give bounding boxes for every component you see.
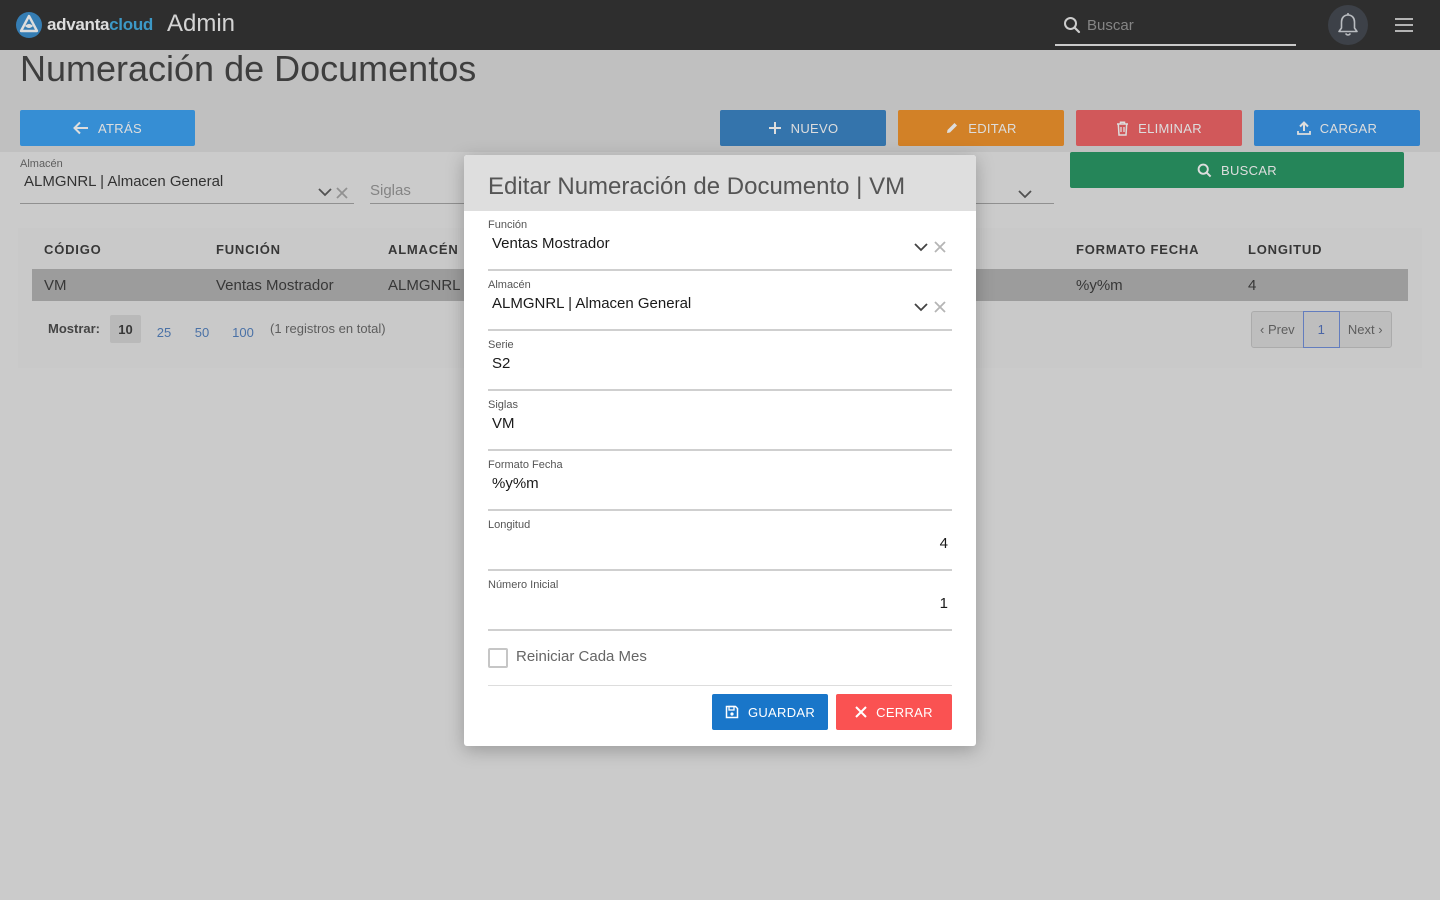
siglas-value: VM [492, 415, 515, 432]
funcion-value: Ventas Mostrador [492, 235, 610, 252]
numero-inicial-field[interactable]: Número Inicial 1 [488, 579, 952, 631]
formato-fecha-field[interactable]: Formato Fecha %y%m [488, 459, 952, 511]
longitud-field[interactable]: Longitud 4 [488, 519, 952, 571]
almacen-select[interactable]: Almacén ALMGNRL | Almacen General [488, 279, 952, 331]
modal-footer-divider [488, 685, 952, 686]
edit-modal: Editar Numeración de Documento | VM Func… [464, 155, 976, 746]
longitud-label: Longitud [488, 519, 531, 531]
serie-field[interactable]: Serie S2 [488, 339, 952, 391]
clear-icon[interactable] [934, 241, 946, 253]
funcion-label: Función [488, 219, 528, 231]
chevron-down-icon[interactable] [914, 302, 928, 312]
almacen-value: ALMGNRL | Almacen General [492, 295, 692, 312]
formato-fecha-value: %y%m [492, 475, 539, 492]
siglas-field[interactable]: Siglas VM [488, 399, 952, 451]
reset-monthly-label[interactable]: Reiniciar Cada Mes [516, 648, 647, 665]
numero-inicial-label: Número Inicial [488, 579, 559, 591]
close-button-label: CERRAR [876, 704, 933, 720]
serie-value: S2 [492, 355, 511, 372]
save-button[interactable]: GUARDAR [712, 694, 828, 730]
close-button[interactable]: CERRAR [836, 694, 952, 730]
save-button-label: GUARDAR [747, 704, 816, 720]
modal-title: Editar Numeración de Documento | VM [488, 173, 906, 200]
chevron-down-icon[interactable] [914, 242, 928, 252]
siglas-label: Siglas [488, 399, 518, 411]
formato-fecha-label: Formato Fecha [488, 459, 563, 471]
close-icon [855, 706, 867, 718]
serie-label: Serie [488, 339, 514, 351]
floppy-disk-icon [725, 705, 739, 719]
numero-inicial-value: 1 [939, 595, 948, 612]
longitud-value: 4 [939, 535, 948, 552]
funcion-select[interactable]: Función Ventas Mostrador [488, 219, 952, 271]
clear-icon[interactable] [934, 301, 946, 313]
almacen-label: Almacén [488, 279, 531, 291]
modal-header: Editar Numeración de Documento | VM [464, 155, 976, 211]
reset-monthly-checkbox[interactable] [488, 648, 508, 668]
